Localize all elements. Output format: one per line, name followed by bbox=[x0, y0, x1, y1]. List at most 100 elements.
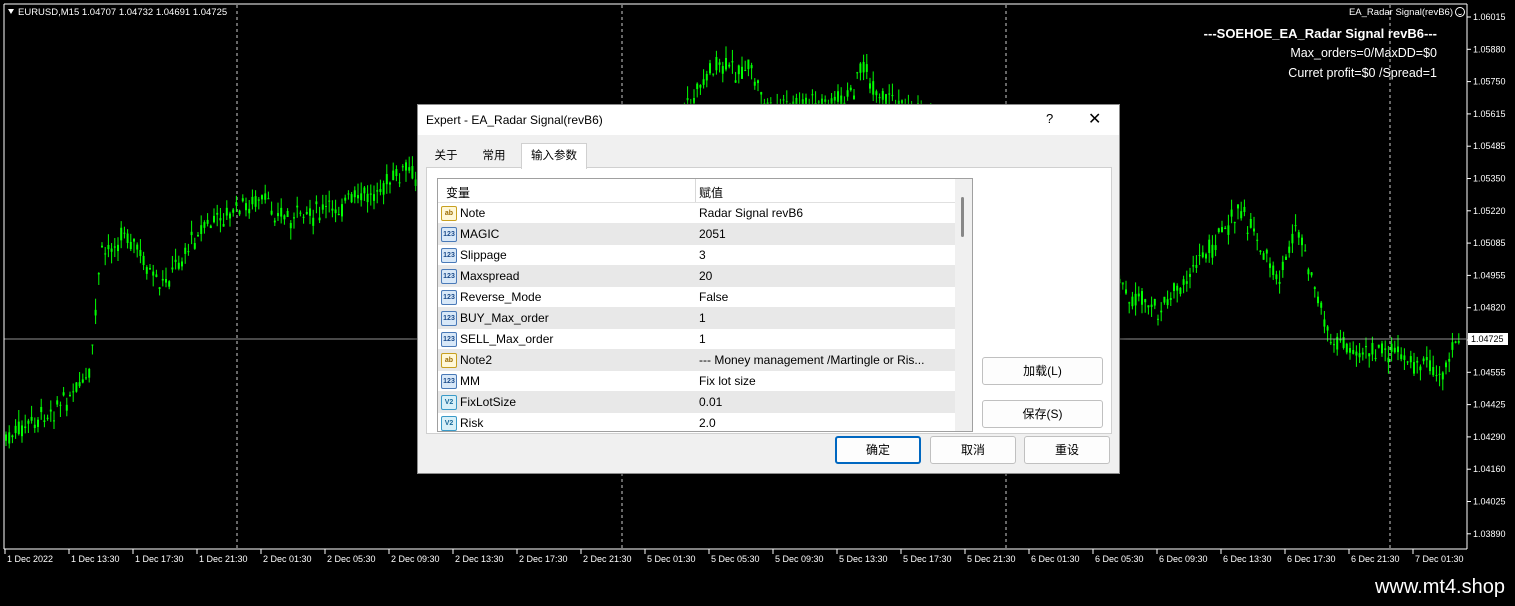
time-label: 1 Dec 2022 bbox=[7, 554, 53, 564]
candle-body bbox=[302, 216, 305, 218]
tab-about[interactable]: 关于 bbox=[426, 145, 466, 167]
candle-body bbox=[174, 259, 177, 263]
tab-inputs[interactable]: 输入参数 bbox=[521, 143, 587, 169]
candle-body bbox=[1240, 211, 1243, 219]
candle-body bbox=[293, 217, 295, 219]
price-label: 1.05085 bbox=[1473, 238, 1506, 248]
param-row[interactable]: 123 BUY_Max_order 1 bbox=[438, 308, 955, 329]
candle-body bbox=[318, 217, 321, 221]
candle-body bbox=[225, 207, 228, 216]
param-row[interactable]: V2 FixLotSize 0.01 bbox=[438, 392, 955, 413]
candle-body bbox=[833, 96, 836, 101]
candle-body bbox=[69, 394, 71, 397]
scrollbar-thumb[interactable] bbox=[961, 197, 964, 237]
param-value[interactable]: 20 bbox=[699, 269, 953, 283]
param-row[interactable]: 123 Slippage 3 bbox=[438, 245, 955, 266]
param-value[interactable]: 0.01 bbox=[699, 395, 953, 409]
double-type-icon: V2 bbox=[441, 395, 457, 410]
dropdown-arrow-icon[interactable] bbox=[8, 9, 14, 14]
candle-body bbox=[401, 166, 404, 168]
candle-body bbox=[1169, 298, 1172, 300]
price-label: 1.04955 bbox=[1473, 270, 1506, 280]
candle-body bbox=[1150, 304, 1153, 307]
candle-body bbox=[1310, 272, 1313, 276]
candle-body bbox=[1163, 296, 1166, 303]
param-row[interactable]: 123 MAGIC 2051 bbox=[438, 224, 955, 245]
save-button[interactable]: 保存(S) bbox=[982, 400, 1103, 428]
candle-body bbox=[1432, 366, 1435, 376]
param-value[interactable]: 3 bbox=[699, 248, 953, 262]
candle-body bbox=[341, 204, 343, 217]
candle-body bbox=[1381, 343, 1383, 354]
integer-type-icon: 123 bbox=[441, 269, 457, 284]
candle-body bbox=[181, 261, 183, 267]
param-row[interactable]: ab Note2 --- Money management /Martingle o… bbox=[438, 350, 955, 371]
candle-body bbox=[113, 246, 116, 248]
ok-button[interactable]: 确定 bbox=[835, 436, 921, 464]
tab-common[interactable]: 常用 bbox=[470, 145, 518, 167]
param-value[interactable]: 1 bbox=[699, 311, 953, 325]
candle-body bbox=[187, 251, 190, 253]
candle-body bbox=[731, 61, 734, 63]
smiley-icon[interactable] bbox=[1455, 7, 1465, 17]
cancel-button[interactable]: 取消 bbox=[930, 436, 1016, 464]
time-label: 7 Dec 01:30 bbox=[1415, 554, 1464, 564]
candle-body bbox=[709, 63, 711, 74]
param-value[interactable]: False bbox=[699, 290, 953, 304]
candle-body bbox=[856, 72, 859, 74]
time-label: 2 Dec 17:30 bbox=[519, 554, 568, 564]
dialog-titlebar[interactable]: Expert - EA_Radar Signal(revB6) ? ✕ bbox=[418, 105, 1119, 135]
watermark: www.mt4.shop bbox=[1374, 576, 1505, 598]
string-type-icon: ab bbox=[441, 353, 457, 368]
symbol-header[interactable]: EURUSD,M15 1.04707 1.04732 1.04691 1.047… bbox=[8, 7, 227, 18]
param-row[interactable]: 123 SELL_Max_order 1 bbox=[438, 329, 955, 350]
candle-body bbox=[177, 262, 180, 269]
candle-body bbox=[1377, 344, 1380, 348]
candle-body bbox=[235, 202, 238, 206]
candle-body bbox=[1259, 250, 1262, 252]
candle-body bbox=[270, 210, 273, 215]
param-value[interactable]: 2051 bbox=[699, 227, 953, 241]
param-value[interactable]: Fix lot size bbox=[699, 374, 953, 388]
help-button[interactable]: ? bbox=[1046, 111, 1053, 126]
candle-body bbox=[1246, 232, 1249, 234]
candle-body bbox=[1157, 318, 1159, 320]
param-value[interactable]: 2.0 bbox=[699, 416, 953, 430]
candle-body bbox=[1173, 283, 1175, 292]
reset-button[interactable]: 重设 bbox=[1024, 436, 1110, 464]
candle-body bbox=[859, 63, 862, 73]
candle-body bbox=[686, 98, 689, 101]
candle-body bbox=[1329, 342, 1332, 344]
candle-body bbox=[315, 201, 318, 205]
grid-scrollbar[interactable] bbox=[955, 179, 972, 431]
candle-body bbox=[702, 79, 705, 85]
candle-body bbox=[1301, 237, 1303, 246]
candle-body bbox=[705, 73, 708, 81]
candle-body bbox=[40, 406, 43, 413]
close-icon[interactable]: ✕ bbox=[1088, 109, 1101, 129]
param-row[interactable]: 123 MM Fix lot size bbox=[438, 371, 955, 392]
param-row[interactable]: ab Note Radar Signal revB6 bbox=[438, 203, 955, 224]
candle-body bbox=[91, 344, 94, 346]
param-value[interactable]: 1 bbox=[699, 332, 953, 346]
column-variable[interactable]: 变量 bbox=[446, 184, 470, 201]
candle-body bbox=[155, 274, 158, 277]
candle-body bbox=[219, 218, 222, 221]
param-row[interactable]: V2 Risk 2.0 bbox=[438, 413, 955, 431]
load-button[interactable]: 加载(L) bbox=[982, 357, 1103, 385]
param-value[interactable]: --- Money management /Martingle or Ris..… bbox=[699, 353, 953, 367]
candle-body bbox=[357, 195, 359, 199]
param-row[interactable]: 123 Reverse_Mode False bbox=[438, 287, 955, 308]
double-type-icon: V2 bbox=[441, 416, 457, 431]
candle-body bbox=[1217, 228, 1220, 233]
candle-body bbox=[1393, 347, 1396, 353]
candle-body bbox=[273, 220, 276, 223]
param-name: Note bbox=[460, 206, 486, 220]
column-value[interactable]: 赋值 bbox=[699, 184, 723, 201]
param-value[interactable]: Radar Signal revB6 bbox=[699, 206, 953, 220]
price-label: 1.05750 bbox=[1473, 77, 1506, 87]
candle-body bbox=[27, 420, 30, 424]
param-row[interactable]: 123 Maxspread 20 bbox=[438, 266, 955, 287]
candle-body bbox=[1249, 219, 1252, 228]
candle-body bbox=[1160, 310, 1163, 313]
